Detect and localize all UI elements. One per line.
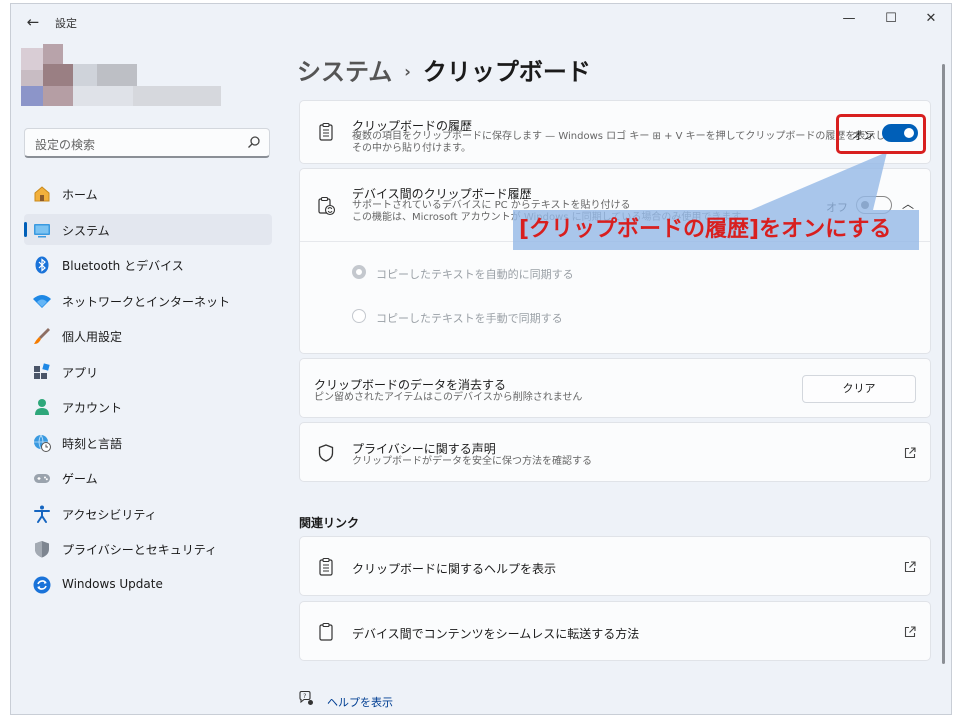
sidebar-item-label: ホーム — [62, 188, 98, 202]
open-external-icon — [904, 447, 916, 459]
brush-icon — [34, 328, 50, 344]
sidebar-item-network[interactable]: ネットワークとインターネット — [24, 285, 272, 316]
home-icon — [34, 186, 50, 202]
privacy-statement-title: プライバシーに関する声明 — [352, 442, 496, 456]
sidebar-item-label: Windows Update — [62, 576, 163, 591]
sidebar-nav: ホーム システム Bluetooth とデバイス ネットワークとインターネット — [24, 178, 272, 604]
active-indicator — [24, 221, 27, 237]
sidebar-item-bluetooth[interactable]: Bluetooth とデバイス — [24, 249, 272, 280]
sidebar-item-label: アクセシビリティ — [62, 507, 157, 522]
sidebar-item-windows-update[interactable]: Windows Update — [24, 569, 272, 600]
accessibility-icon — [34, 505, 50, 523]
clear-button[interactable]: クリア — [802, 375, 916, 403]
settings-search[interactable]: 設定の検索 — [24, 128, 270, 158]
radio-auto-sync[interactable] — [352, 265, 366, 279]
shield-icon — [35, 541, 49, 558]
sidebar-item-label: ネットワークとインターネット — [62, 294, 231, 309]
account-icon — [35, 399, 49, 415]
annotation-highlight-box — [836, 114, 926, 154]
sidebar-item-system[interactable]: システム — [24, 213, 272, 245]
radio-manual-sync[interactable] — [352, 309, 366, 323]
sidebar-item-accessibility[interactable]: アクセシビリティ — [24, 498, 272, 529]
clipboard-list-icon — [319, 122, 333, 141]
gamepad-icon — [34, 474, 50, 483]
sidebar-item-label: アプリ — [62, 365, 99, 380]
sidebar-item-apps[interactable]: アプリ — [24, 356, 272, 387]
breadcrumb: システム › クリップボード — [297, 52, 591, 87]
scrollbar[interactable] — [942, 64, 945, 664]
sidebar-item-accounts[interactable]: アカウント — [24, 391, 272, 422]
sidebar-item-time-language[interactable]: 時刻と言語 — [24, 427, 272, 458]
sidebar-item-label: プライバシーとセキュリティ — [62, 543, 218, 557]
related-link-transfer[interactable]: デバイス間でコンテンツをシームレスに転送する方法 — [299, 601, 931, 661]
search-icon — [248, 136, 260, 148]
minimize-button[interactable]: — — [829, 8, 869, 30]
bluetooth-icon — [35, 256, 49, 274]
open-external-icon — [904, 561, 916, 573]
sidebar-item-label: ゲーム — [62, 472, 98, 486]
clear-data-title: クリップボードのデータを消去する — [314, 378, 507, 392]
sidebar-item-label: 時刻と言語 — [62, 436, 123, 451]
related-link-label: デバイス間でコンテンツをシームレスに転送する方法 — [352, 627, 640, 641]
privacy-statement-desc: クリップボードがデータを安全に保つ方法を確認する — [352, 456, 592, 467]
sidebar-item-gaming[interactable]: ゲーム — [24, 462, 272, 493]
radio-auto-sync-label: コピーしたテキストを自動的に同期する — [376, 268, 574, 281]
breadcrumb-chevron-icon: › — [404, 62, 411, 81]
annotation-callout: [クリップボードの履歴]をオンにする — [513, 210, 919, 250]
svg-text:?: ? — [303, 692, 306, 700]
system-icon — [34, 223, 50, 237]
maximize-button[interactable]: ☐ — [871, 8, 911, 30]
related-link-help[interactable]: クリップボードに関するヘルプを表示 — [299, 536, 931, 596]
sidebar-item-home[interactable]: ホーム — [24, 178, 272, 209]
settings-window: ← 設定 — ☐ ✕ 設定の検索 ホーム システム Bluetooth とデバイ… — [10, 3, 952, 715]
shield-outline-icon — [318, 444, 334, 462]
title-bar: ← 設定 — ☐ ✕ — [11, 4, 951, 40]
page-title: クリップボード — [422, 58, 591, 86]
open-external-icon — [904, 626, 916, 638]
help-icon: ? — [299, 690, 313, 705]
clear-data-card: クリップボードのデータを消去する ピン留めされたアイテムはこのデバイスから削除さ… — [299, 358, 931, 418]
help-link[interactable]: ヘルプを表示 — [327, 694, 393, 710]
wifi-icon — [33, 294, 51, 308]
sidebar-item-label: Bluetooth とデバイス — [62, 259, 184, 273]
update-icon — [33, 576, 51, 593]
user-profile-blurred — [21, 44, 221, 114]
app-title: 設定 — [55, 17, 77, 30]
clipboard-sync-icon — [318, 196, 336, 216]
sidebar-item-label: システム — [62, 223, 110, 238]
clipboard-history-desc-2: その中から貼り付けます。 — [352, 143, 471, 154]
privacy-statement-card[interactable]: プライバシーに関する声明 クリップボードがデータを安全に保つ方法を確認する — [299, 422, 931, 482]
radio-manual-sync-label: コピーしたテキストを手動で同期する — [376, 312, 563, 325]
apps-icon — [34, 362, 50, 379]
clipboard-list-icon — [319, 557, 333, 576]
clipboard-history-desc: 複数の項目をクリップボードに保存します — Windows ロゴ キー ⊞ + … — [352, 131, 896, 142]
sidebar-item-privacy[interactable]: プライバシーとセキュリティ — [24, 533, 272, 564]
sidebar-item-label: アカウント — [62, 401, 123, 415]
sidebar-item-label: 個人用設定 — [62, 330, 123, 344]
back-button[interactable]: ← — [21, 12, 45, 32]
sidebar-item-personalization[interactable]: 個人用設定 — [24, 320, 272, 351]
clipboard-icon — [319, 622, 333, 641]
globe-clock-icon — [34, 434, 51, 452]
search-input[interactable]: 設定の検索 — [35, 136, 95, 153]
clear-data-desc: ピン留めされたアイテムはこのデバイスから削除されません — [314, 392, 583, 403]
related-links-heading: 関連リンク — [299, 516, 360, 530]
related-link-label: クリップボードに関するヘルプを表示 — [352, 562, 557, 576]
toggle-knob — [861, 201, 869, 209]
cross-device-history-card: デバイス間のクリップボード履歴 サポートされているデバイスに PC からテキスト… — [299, 168, 931, 354]
close-button[interactable]: ✕ — [911, 8, 951, 30]
breadcrumb-parent[interactable]: システム — [297, 58, 392, 86]
